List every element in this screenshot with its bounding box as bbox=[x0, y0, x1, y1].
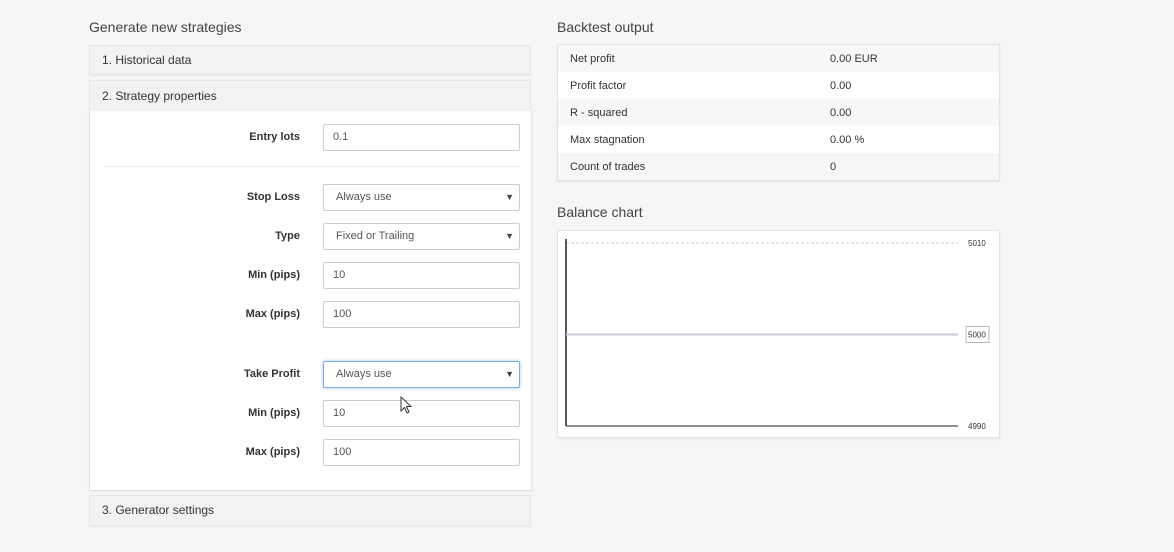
stat-label: R - squared bbox=[570, 107, 628, 119]
entry-lots-label: Entry lots bbox=[249, 131, 300, 143]
strategy-properties-body: Entry lots 0.1 Stop Loss Always use ▼ Ty… bbox=[89, 111, 532, 491]
sl-type-row: Type Fixed or Trailing ▼ bbox=[90, 223, 533, 251]
sl-max-label: Max (pips) bbox=[245, 308, 300, 320]
tp-min-input[interactable]: 10 bbox=[323, 400, 520, 427]
backtest-stats-table: Net profit 0.00 EUR Profit factor 0.00 R -… bbox=[557, 44, 1000, 181]
divider bbox=[102, 166, 520, 167]
chevron-down-icon: ▼ bbox=[505, 192, 514, 202]
sl-type-select[interactable]: Fixed or Trailing ▼ bbox=[323, 223, 520, 250]
sl-max-row: Max (pips) 100 bbox=[90, 301, 533, 329]
balance-chart-title: Balance chart bbox=[557, 204, 643, 220]
panel-label: 2. Strategy properties bbox=[102, 89, 217, 103]
sl-type-label: Type bbox=[275, 230, 300, 242]
stat-label: Max stagnation bbox=[570, 134, 645, 146]
tp-max-label: Max (pips) bbox=[245, 446, 300, 458]
panel-label: 3. Generator settings bbox=[102, 503, 215, 517]
entry-lots-input[interactable]: 0.1 bbox=[323, 124, 520, 151]
stat-value: 0.00 EUR bbox=[830, 53, 878, 65]
panel-historical-data[interactable]: 1. Historical data bbox=[89, 45, 531, 75]
balance-chart-svg: 5010 4990 5000 bbox=[565, 239, 990, 431]
stat-value: 0.00 bbox=[830, 107, 852, 119]
stat-value: 0.00 bbox=[830, 80, 852, 92]
chevron-down-icon: ▼ bbox=[505, 231, 514, 241]
tp-max-input[interactable]: 100 bbox=[323, 439, 520, 466]
stats-row: R - squared 0.00 bbox=[558, 99, 999, 126]
entry-lots-row: Entry lots 0.1 bbox=[90, 124, 533, 152]
stat-label: Profit factor bbox=[570, 80, 627, 92]
stats-row: Profit factor 0.00 bbox=[558, 72, 999, 99]
balance-chart: 5010 4990 5000 bbox=[557, 230, 1000, 438]
mouse-cursor-icon bbox=[400, 396, 413, 414]
tp-min-row: Min (pips) 10 bbox=[90, 400, 533, 428]
stats-row: Net profit 0.00 EUR bbox=[558, 45, 999, 72]
tp-min-label: Min (pips) bbox=[248, 407, 300, 419]
sl-max-input[interactable]: 100 bbox=[323, 301, 520, 328]
stop-loss-select[interactable]: Always use ▼ bbox=[323, 184, 520, 211]
panel-label: 1. Historical data bbox=[102, 53, 192, 67]
y-tick-label: 4990 bbox=[968, 422, 986, 431]
stats-row: Max stagnation 0.00 % bbox=[558, 126, 999, 153]
panel-strategy-properties[interactable]: 2. Strategy properties bbox=[89, 80, 531, 112]
stat-label: Count of trades bbox=[570, 161, 646, 173]
sl-min-row: Min (pips) 10 bbox=[90, 262, 533, 290]
panel-generator-settings[interactable]: 3. Generator settings bbox=[89, 495, 531, 526]
select-value: Fixed or Trailing bbox=[336, 230, 415, 242]
select-value: Always use bbox=[336, 368, 392, 380]
chevron-down-icon: ▼ bbox=[505, 369, 514, 379]
stat-value: 0 bbox=[830, 161, 837, 173]
backtest-title: Backtest output bbox=[557, 19, 654, 35]
sl-min-label: Min (pips) bbox=[248, 269, 300, 281]
tp-max-row: Max (pips) 100 bbox=[90, 439, 533, 467]
take-profit-label: Take Profit bbox=[243, 368, 300, 380]
take-profit-row: Take Profit Always use ▼ bbox=[90, 361, 533, 389]
select-value: Always use bbox=[336, 191, 392, 203]
y-tick-label: 5010 bbox=[968, 239, 986, 248]
stop-loss-label: Stop Loss bbox=[246, 191, 300, 203]
stop-loss-row: Stop Loss Always use ▼ bbox=[90, 184, 533, 212]
current-value-label: 5000 bbox=[968, 331, 986, 340]
sl-min-input[interactable]: 10 bbox=[323, 262, 520, 289]
generate-title: Generate new strategies bbox=[89, 19, 242, 35]
stats-row: Count of trades 0 bbox=[558, 153, 999, 180]
take-profit-select[interactable]: Always use ▼ bbox=[323, 361, 520, 388]
stat-label: Net profit bbox=[570, 53, 615, 65]
stat-value: 0.00 % bbox=[830, 134, 865, 146]
